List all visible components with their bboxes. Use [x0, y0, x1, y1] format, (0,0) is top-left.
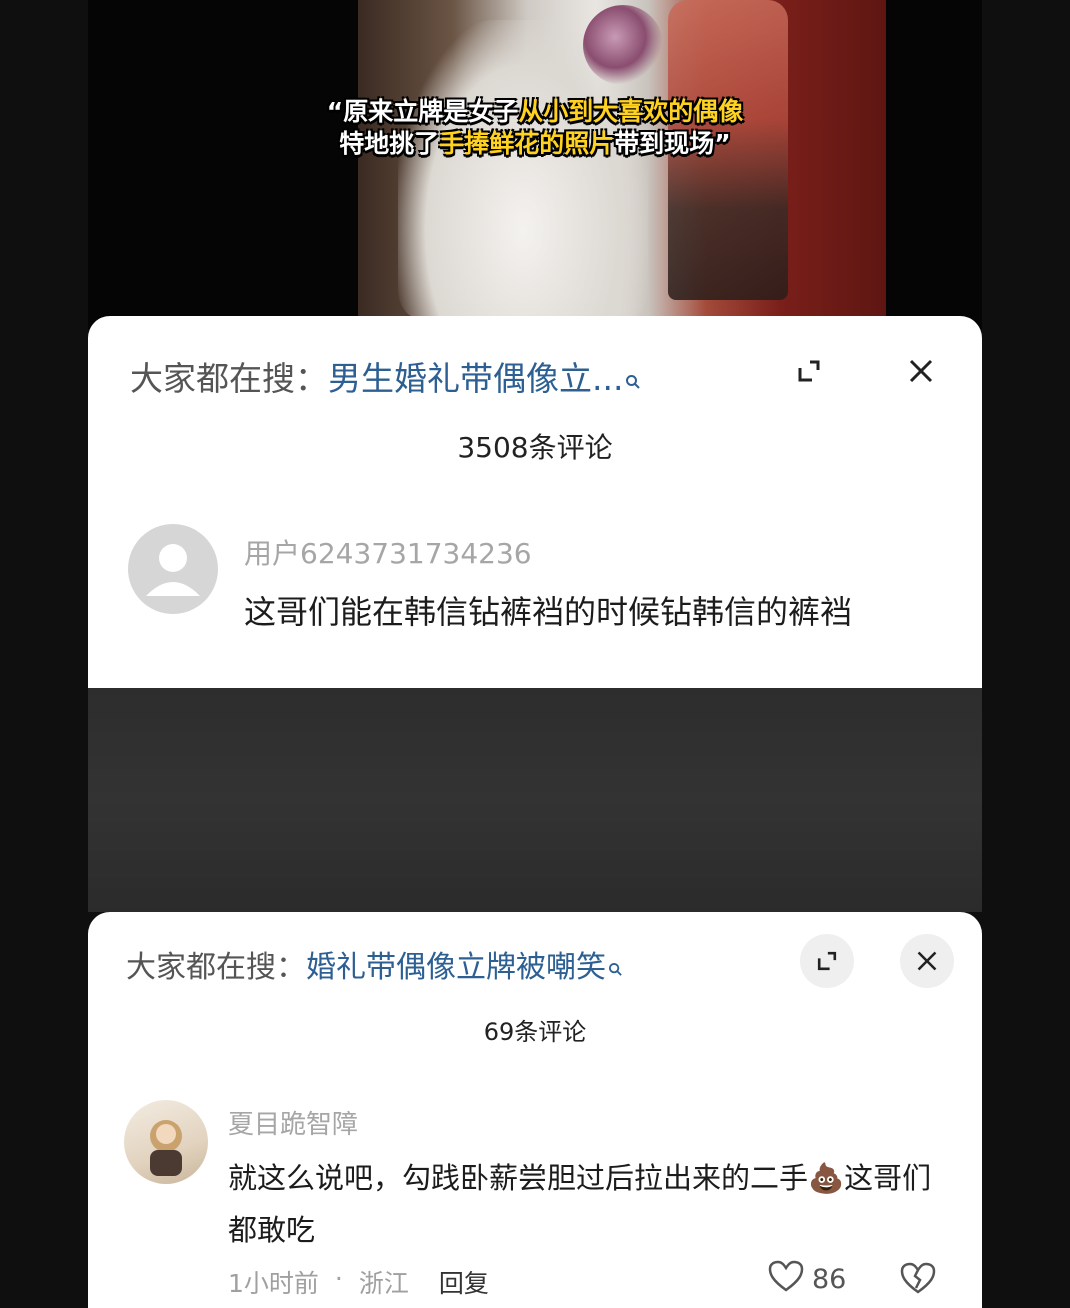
- comments-panel: 大家都在搜： 婚礼带偶像立牌被嘲笑 69条评论 夏目跪智障 就这么说吧，勾践卧薪…: [88, 912, 982, 1308]
- comment-location: 浙江: [358, 1269, 409, 1298]
- comment-time: 1小时前: [228, 1269, 319, 1298]
- avatar[interactable]: [124, 1100, 208, 1184]
- avatar[interactable]: [128, 524, 218, 614]
- reply-button[interactable]: 回复: [439, 1264, 489, 1300]
- video-player[interactable]: “原来立牌是女子从小到大喜欢的偶像 特地挑了手捧鲜花的照片带到现场”: [88, 0, 982, 330]
- comment-username[interactable]: 夏目跪智障: [228, 1104, 358, 1141]
- close-icon[interactable]: [900, 934, 954, 988]
- trending-search-query[interactable]: 男生婚礼带偶像立...: [328, 352, 623, 400]
- comment-username[interactable]: 用户6243731734236: [244, 532, 532, 572]
- video-caption-line1: “原来立牌是女子从小到大喜欢的偶像: [326, 97, 744, 126]
- comment-count: 3508条评论: [457, 431, 613, 464]
- video-background: [88, 688, 982, 912]
- expand-icon[interactable]: [788, 350, 830, 392]
- search-icon: [625, 374, 641, 395]
- broken-heart-icon[interactable]: [900, 1262, 936, 1298]
- video-caption-line2: 特地挑了手捧鲜花的照片带到现场”: [339, 129, 731, 158]
- expand-icon[interactable]: [800, 934, 854, 988]
- like-button[interactable]: 86: [768, 1260, 846, 1299]
- trending-search[interactable]: 大家都在搜： 婚礼带偶像立牌被嘲笑: [126, 942, 623, 986]
- comment-count: 69条评论: [483, 1018, 587, 1046]
- comments-panel: 大家都在搜： 男生婚礼带偶像立... 3508条评论 用户62437317342…: [88, 316, 982, 688]
- comment-text: 这哥们能在韩信钻裤裆的时候钻韩信的裤裆: [244, 593, 853, 631]
- trending-search[interactable]: 大家都在搜： 男生婚礼带偶像立...: [130, 352, 641, 400]
- trending-search-query[interactable]: 婚礼带偶像立牌被嘲笑: [306, 942, 606, 986]
- heart-icon: [768, 1260, 804, 1299]
- like-count: 86: [812, 1264, 847, 1295]
- comment-meta: 1小时前 · 浙江 回复: [228, 1264, 489, 1300]
- meta-separator: ·: [334, 1264, 343, 1293]
- comment-text: 就这么说吧，勾践卧薪尝胆过后拉出来的二手💩这哥们都敢吃: [228, 1161, 932, 1247]
- bouquet: [583, 5, 663, 85]
- close-icon[interactable]: [900, 350, 942, 392]
- search-icon: [608, 961, 623, 982]
